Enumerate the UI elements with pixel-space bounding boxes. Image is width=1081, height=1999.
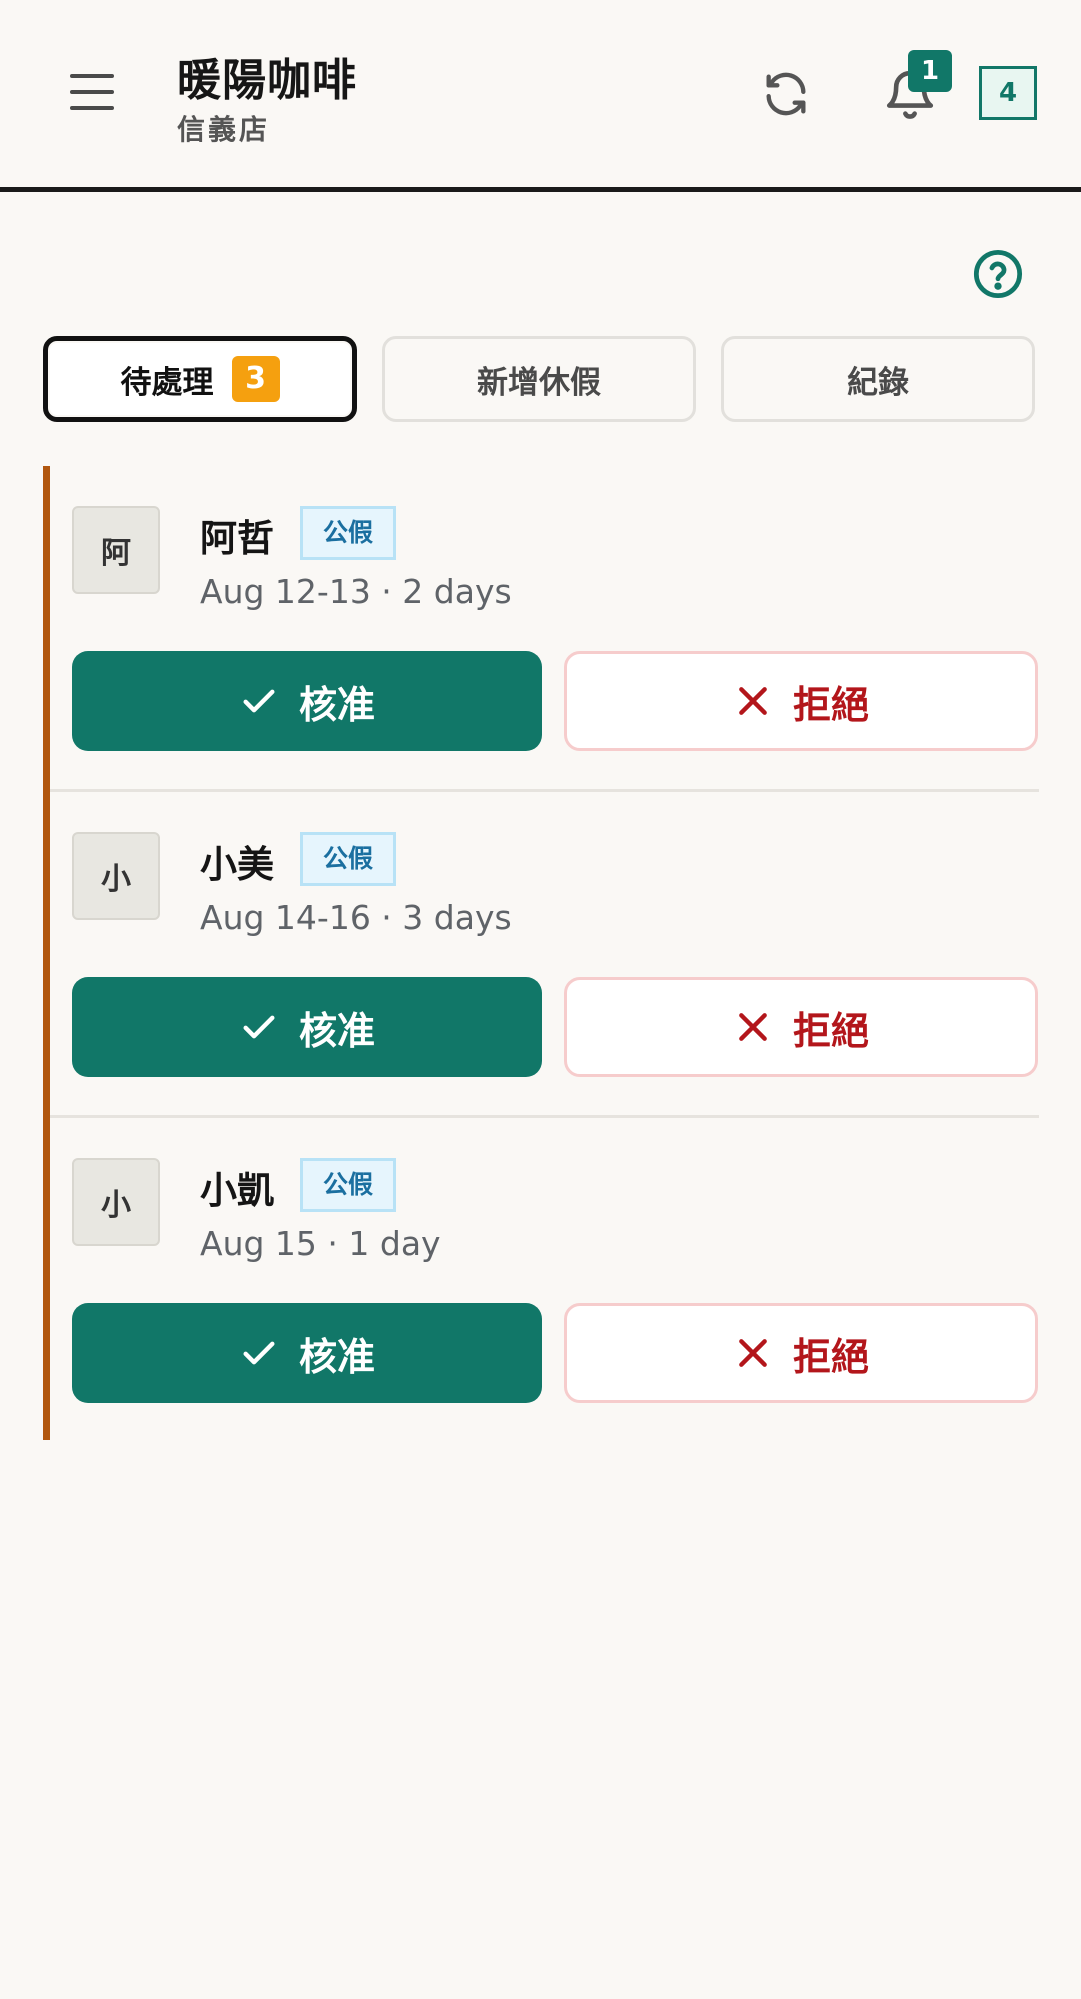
tab-history-label: 紀錄 bbox=[847, 364, 909, 401]
pending-count-badge: 3 bbox=[231, 356, 280, 402]
avatar: 阿 bbox=[72, 506, 160, 594]
menu-icon bbox=[70, 74, 114, 78]
count-box[interactable]: 4 bbox=[979, 66, 1037, 120]
approve-label: 核准 bbox=[298, 1334, 375, 1379]
help-icon bbox=[973, 249, 1023, 299]
store-title: 暖陽咖啡 bbox=[177, 55, 357, 106]
employee-name: 小凱 bbox=[200, 1169, 274, 1212]
reject-button[interactable]: 拒絕 bbox=[564, 977, 1038, 1077]
leave-dates: Aug 12-13 · 2 days bbox=[200, 572, 512, 611]
tab-history[interactable]: 紀錄 bbox=[721, 336, 1035, 422]
approve-button[interactable]: 核准 bbox=[72, 977, 542, 1077]
approve-label: 核准 bbox=[298, 682, 375, 727]
close-icon bbox=[739, 1013, 767, 1041]
approve-label: 核准 bbox=[298, 1008, 375, 1053]
close-icon bbox=[739, 687, 767, 715]
tab-new-leave[interactable]: 新增休假 bbox=[382, 336, 696, 422]
reject-label: 拒絕 bbox=[792, 682, 869, 727]
employee-name: 阿哲 bbox=[200, 517, 274, 560]
check-icon bbox=[243, 1015, 275, 1039]
leave-dates: Aug 15 · 1 day bbox=[200, 1224, 441, 1263]
menu-button[interactable] bbox=[70, 74, 114, 110]
avatar: 小 bbox=[72, 1158, 160, 1246]
menu-icon-bar bbox=[70, 90, 114, 94]
leave-request-card: 小 小凱 公假 Aug 15 · 1 day 核准 拒絕 bbox=[43, 1118, 1039, 1440]
leave-dates: Aug 14-16 · 3 days bbox=[200, 898, 512, 937]
reject-button[interactable]: 拒絕 bbox=[564, 651, 1038, 751]
leave-type-tag: 公假 bbox=[300, 832, 396, 886]
menu-icon-bar bbox=[70, 106, 114, 110]
tab-pending-label: 待處理 bbox=[120, 364, 214, 401]
approve-button[interactable]: 核准 bbox=[72, 651, 542, 751]
store-subtitle: 信義店 bbox=[177, 113, 271, 146]
leave-type-tag: 公假 bbox=[300, 506, 396, 560]
refresh-button[interactable] bbox=[760, 68, 812, 120]
avatar: 小 bbox=[72, 832, 160, 920]
leave-request-card: 小 小美 公假 Aug 14-16 · 3 days 核准 拒絕 bbox=[43, 792, 1039, 1118]
tab-new-leave-label: 新增休假 bbox=[477, 364, 601, 401]
app-root: 暖陽咖啡 信義店 1 4 待處理 3 新增休假 紀錄 阿 阿哲 公假 Aug 1… bbox=[0, 0, 1081, 1999]
reject-button[interactable]: 拒絕 bbox=[564, 1303, 1038, 1403]
leave-type-tag: 公假 bbox=[300, 1158, 396, 1212]
approve-button[interactable]: 核准 bbox=[72, 1303, 542, 1403]
reject-label: 拒絕 bbox=[792, 1008, 869, 1053]
notification-count-badge: 1 bbox=[908, 50, 952, 92]
check-icon bbox=[243, 1341, 275, 1365]
reject-label: 拒絕 bbox=[792, 1334, 869, 1379]
refresh-icon bbox=[766, 72, 806, 116]
check-icon bbox=[243, 689, 275, 713]
close-icon bbox=[739, 1339, 767, 1367]
leave-request-list: 阿 阿哲 公假 Aug 12-13 · 2 days 核准 拒絕 小 小美 公假… bbox=[43, 466, 1039, 1440]
leave-request-card: 阿 阿哲 公假 Aug 12-13 · 2 days 核准 拒絕 bbox=[43, 466, 1039, 792]
app-header: 暖陽咖啡 信義店 1 4 bbox=[0, 0, 1081, 192]
tab-pending[interactable]: 待處理 3 bbox=[43, 336, 357, 422]
help-button[interactable] bbox=[972, 248, 1024, 300]
employee-name: 小美 bbox=[200, 843, 274, 886]
